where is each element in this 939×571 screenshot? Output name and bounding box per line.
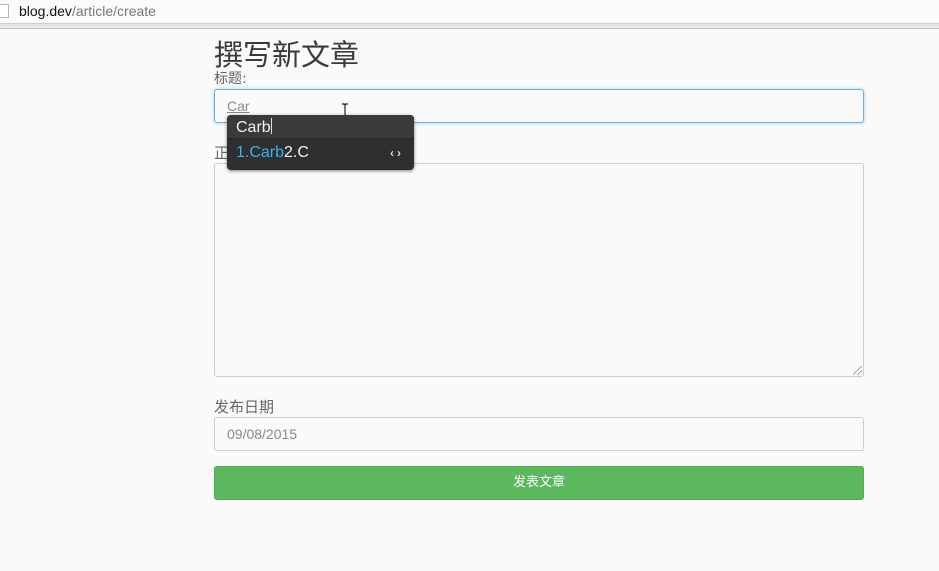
ime-pager-arrows-icon[interactable]: ‹› <box>390 139 404 167</box>
title-input-value: Car <box>227 98 250 114</box>
date-label: 发布日期 <box>214 398 275 416</box>
ime-composition: Carb <box>227 115 414 139</box>
ime-candidate-popup[interactable]: Carb 1.Carb2.C ‹› <box>227 115 414 170</box>
resize-grip-icon[interactable] <box>853 366 862 375</box>
body-textarea[interactable] <box>214 163 864 377</box>
title-label: 标题: <box>214 71 247 87</box>
ime-caret <box>270 118 272 134</box>
ime-candidate-list: 1.Carb2.C ‹› <box>227 139 414 169</box>
ime-candidate-2[interactable]: 2.C <box>284 144 309 161</box>
page-icon <box>0 4 9 18</box>
address-bar[interactable]: blog.dev/article/create <box>0 0 939 24</box>
url-host: blog.dev <box>19 3 72 19</box>
ime-composition-text: Carb <box>236 119 271 136</box>
submit-button[interactable]: 发表文章 <box>214 466 864 500</box>
toolbar-separator <box>0 24 939 29</box>
ime-candidate-1[interactable]: 1.Carb <box>236 144 284 161</box>
date-input[interactable]: 09/08/2015 <box>214 417 864 451</box>
url-text[interactable]: blog.dev/article/create <box>19 3 156 19</box>
url-path: /article/create <box>71 3 156 19</box>
